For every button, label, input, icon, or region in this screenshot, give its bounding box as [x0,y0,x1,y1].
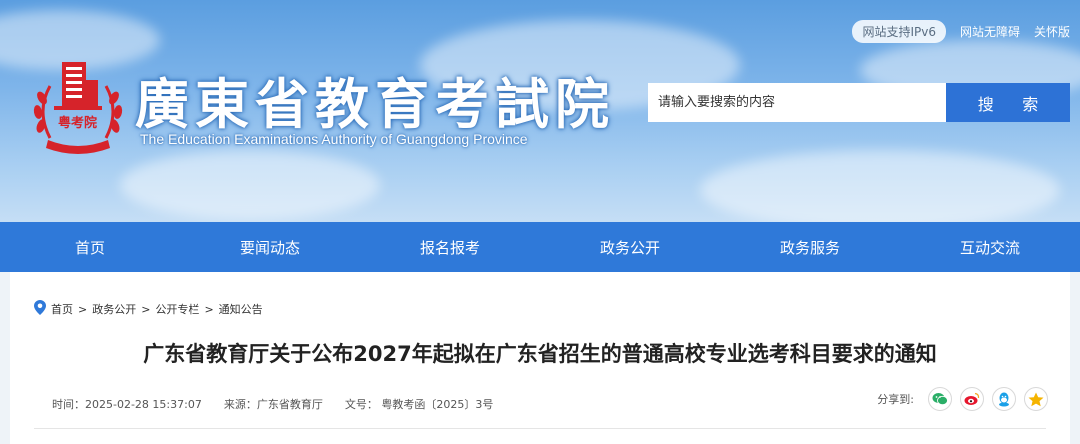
nav-item-government-services[interactable]: 政务服务 [720,222,900,272]
publish-time: 时间：2025-02-28 15:37:07 [52,398,202,411]
breadcrumb-separator: > [204,302,214,316]
qzone-icon[interactable] [1024,387,1048,411]
nav-item-government-affairs[interactable]: 政务公开 [540,222,720,272]
nav-item-interaction[interactable]: 互动交流 [900,222,1080,272]
site-title: 廣東省教育考試院 [135,72,615,136]
share-label: 分享到: [877,393,914,406]
breadcrumb-public-column[interactable]: 公开专栏 [155,301,199,317]
accessibility-link[interactable]: 网站无障碍 [960,23,1020,40]
breadcrumb-government-affairs[interactable]: 政务公开 [92,301,136,317]
article-title: 广东省教育厅关于公布2027年起拟在广东省招生的普通高校专业选考科目要求的通知 [143,342,937,366]
breadcrumb-notices[interactable]: 通知公告 [219,301,263,317]
qq-icon[interactable] [992,387,1016,411]
top-links: 网站支持IPv6 网站无障碍 关怀版 [852,20,1070,43]
nav-item-news[interactable]: 要闻动态 [180,222,360,272]
breadcrumb-separator: > [141,302,151,316]
site-logo[interactable]: 粤考院 [28,56,128,156]
search-button[interactable]: 搜 索 [946,83,1070,122]
article-source: 来源：广东省教育厅 [223,398,323,411]
wechat-icon[interactable] [928,387,952,411]
ipv6-badge: 网站支持IPv6 [852,20,946,43]
location-pin-icon [34,300,46,318]
share-bar: 分享到: [877,387,1048,411]
logo-text: 粤考院 [58,116,98,131]
article-meta: 时间：2025-02-28 15:37:07 来源：广东省教育厅 文号： 粤教考… [52,396,493,412]
divider [34,428,1046,429]
building-seal-icon [33,62,123,154]
article-panel: 首页 > 政务公开 > 公开专栏 > 通知公告 广东省教育厅关于公布2027年起… [10,272,1070,444]
breadcrumb-home[interactable]: 首页 [51,301,73,317]
nav-item-home[interactable]: 首页 [0,222,180,272]
site-subtitle: The Education Examinations Authority of … [140,131,528,147]
breadcrumb-separator: > [78,302,88,316]
nav-item-registration[interactable]: 报名报考 [360,222,540,272]
search-input[interactable] [648,83,946,122]
breadcrumb: 首页 > 政务公开 > 公开专栏 > 通知公告 [34,300,263,318]
weibo-icon[interactable] [960,387,984,411]
care-mode-link[interactable]: 关怀版 [1034,23,1070,40]
document-number: 文号： 粤教考函〔2025〕3号 [344,398,494,411]
main-nav: 首页 要闻动态 报名报考 政务公开 政务服务 互动交流 [0,222,1080,272]
site-header: 网站支持IPv6 网站无障碍 关怀版 粤考院 廣東省教育考試院 The Educ… [0,0,1080,222]
